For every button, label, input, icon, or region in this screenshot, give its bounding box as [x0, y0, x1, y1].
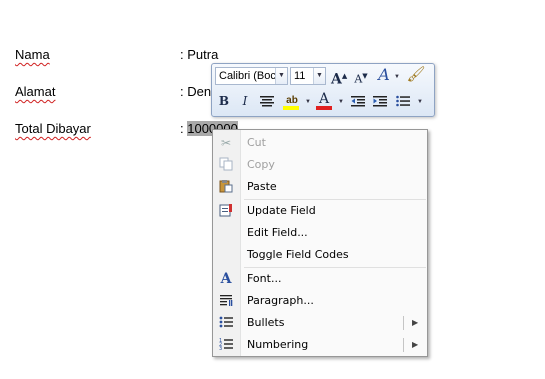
bold-icon: B	[218, 94, 230, 108]
highlighter-icon: ab	[286, 95, 298, 106]
label-alamat: Alamat	[15, 84, 56, 99]
menu-item-numbering-label: Numbering	[247, 338, 309, 351]
menu-item-copy-label: Copy	[247, 158, 275, 171]
decrease-indent-button[interactable]	[349, 92, 367, 110]
bold-button[interactable]: B	[217, 92, 231, 110]
font-color-icon: A	[318, 91, 330, 107]
grow-font-button[interactable]: A▲	[331, 67, 347, 88]
menu-item-toggle-field-codes[interactable]: Toggle Field Codes	[213, 244, 427, 266]
menu-item-font-label: Font...	[247, 272, 282, 285]
mini-toolbar: Calibri (Boc ▼ 11 ▼ A▲ A▼ A ▼ 🖌 B I ab ▼…	[211, 63, 435, 117]
paragraph-icon	[218, 293, 234, 309]
chevron-down-icon[interactable]: ▼	[313, 68, 325, 84]
menu-item-bullets[interactable]: Bullets ▶	[213, 312, 427, 334]
center-align-button[interactable]	[258, 92, 276, 110]
numbering-icon: 123	[218, 337, 234, 353]
menu-item-update-field[interactable]: Update Field	[213, 200, 427, 222]
menu-item-toggle-field-codes-label: Toggle Field Codes	[247, 248, 349, 261]
decrease-indent-icon	[351, 96, 365, 107]
menu-item-cut[interactable]: ✂ Cut	[213, 132, 427, 154]
menu-item-edit-field-label: Edit Field...	[247, 226, 308, 239]
shrink-font-button[interactable]: A▼	[353, 67, 369, 86]
highlight-color-button[interactable]: ab	[281, 90, 303, 110]
update-field-icon	[218, 203, 234, 219]
menu-item-cut-label: Cut	[247, 136, 266, 149]
label-total-dibayar: Total Dibayar	[15, 121, 91, 136]
menu-item-update-field-label: Update Field	[247, 204, 316, 217]
font-color-swatch	[316, 106, 332, 110]
scissors-icon: ✂	[220, 136, 232, 150]
font-name-value: Calibri (Boc	[219, 70, 276, 82]
value-alamat: : Den	[180, 84, 212, 99]
format-painter-icon: 🖌	[406, 66, 426, 83]
font-name-combo[interactable]: Calibri (Boc ▼	[215, 67, 288, 85]
menu-item-numbering[interactable]: 123 Numbering ▶	[213, 334, 427, 356]
menu-item-paragraph[interactable]: Paragraph...	[213, 290, 427, 312]
chevron-right-icon[interactable]: ▶	[412, 312, 418, 334]
increase-indent-icon	[373, 96, 387, 107]
italic-button[interactable]: I	[238, 92, 252, 110]
svg-text:3: 3	[219, 346, 222, 351]
paste-icon	[218, 179, 234, 195]
chevron-down-icon[interactable]: ▼	[338, 99, 344, 105]
center-align-icon	[260, 96, 274, 107]
font-size-combo[interactable]: 11 ▼	[290, 67, 326, 85]
font-color-button[interactable]: A	[315, 90, 333, 110]
format-painter-button[interactable]: 🖌	[406, 66, 426, 84]
copy-icon	[218, 157, 234, 173]
font-icon: A	[220, 271, 232, 287]
bullets-toolbar-button[interactable]	[394, 92, 412, 110]
value-nama: : Putra	[180, 47, 219, 62]
grow-font-icon: A	[331, 71, 342, 88]
increase-indent-button[interactable]	[371, 92, 389, 110]
italic-icon: I	[242, 94, 248, 108]
submenu-divider	[403, 338, 404, 352]
label-nama: Nama	[15, 47, 50, 62]
menu-item-paragraph-label: Paragraph...	[247, 294, 314, 307]
context-menu: ✂ Cut Copy Paste Update Field Edit Field…	[212, 129, 428, 357]
chevron-down-icon[interactable]: ▼	[305, 99, 311, 105]
chevron-down-icon[interactable]: ▼	[275, 68, 287, 84]
bullets-icon	[218, 315, 234, 331]
menu-item-paste[interactable]: Paste	[213, 176, 427, 198]
chevron-right-icon[interactable]: ▶	[412, 334, 418, 356]
submenu-divider	[403, 316, 404, 330]
font-size-value: 11	[294, 70, 306, 82]
menu-item-font[interactable]: A Font...	[213, 268, 427, 290]
highlight-color-swatch	[283, 106, 299, 110]
label-total-dibayar-text: Total Dibayar	[15, 121, 91, 136]
chevron-down-icon[interactable]: ▼	[417, 99, 423, 105]
styles-button[interactable]: A	[375, 66, 393, 84]
styles-icon: A	[378, 65, 390, 84]
chevron-down-icon[interactable]: ▼	[394, 74, 400, 80]
bullets-icon	[396, 95, 410, 107]
menu-item-edit-field[interactable]: Edit Field...	[213, 222, 427, 244]
menu-item-copy[interactable]: Copy	[213, 154, 427, 176]
menu-item-paste-label: Paste	[247, 180, 277, 193]
menu-item-bullets-label: Bullets	[247, 316, 285, 329]
